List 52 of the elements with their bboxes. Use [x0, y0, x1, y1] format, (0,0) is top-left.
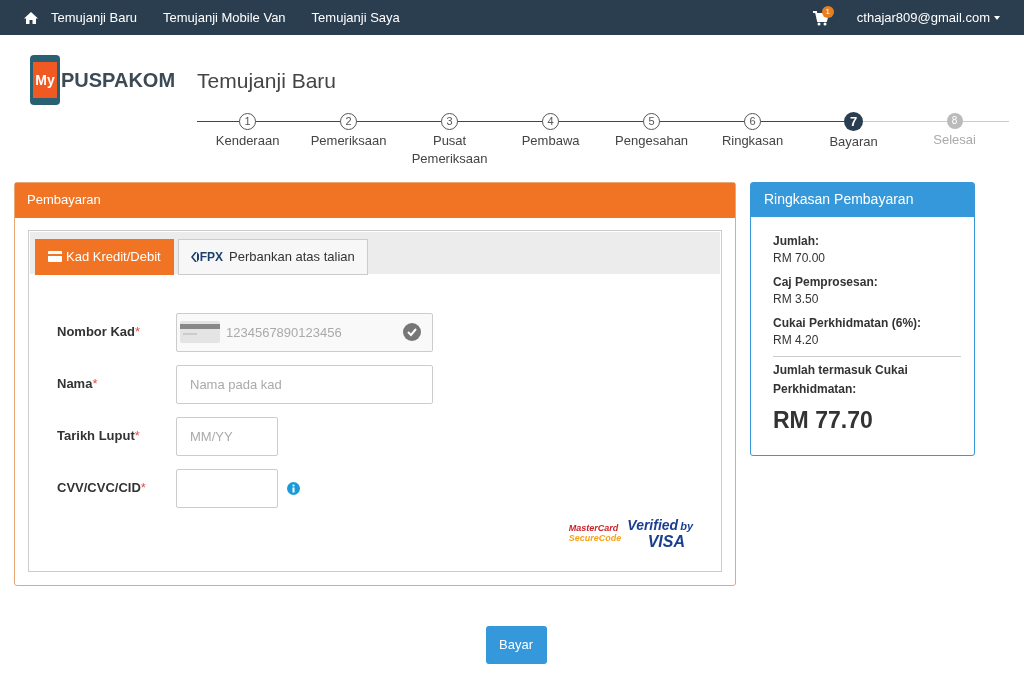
user-menu[interactable]: cthajar809@gmail.com: [856, 7, 1000, 28]
step-label: Pemeriksaan: [309, 131, 388, 150]
mastercard-securecode-logo: MasterCard SecureCode: [568, 523, 622, 543]
panel-header: Ringkasan Pembayaran: [751, 182, 974, 217]
caret-icon: [994, 15, 1000, 20]
card-icon: [180, 320, 220, 343]
field-label: Tarikh Luput*: [57, 427, 141, 446]
step-number: 8: [946, 112, 963, 129]
step-number: 1: [239, 112, 257, 130]
logo-badge-text: My: [33, 62, 57, 98]
step-label: Kenderaan: [214, 131, 281, 150]
home-icon: [24, 10, 39, 25]
step-label: Pembawa: [520, 131, 581, 150]
nav-link[interactable]: Temujanji Baru: [51, 7, 137, 28]
nav-link[interactable]: Temujanji Mobile Van: [163, 7, 286, 28]
step-label: Pengesahan: [614, 131, 690, 150]
summary-label: Caj Pemprosesan:: [773, 273, 879, 291]
diamond-icon: [190, 251, 199, 262]
field-label: CVV/CVC/CID*: [57, 479, 147, 498]
step-number: 2: [340, 112, 358, 130]
field-label: Nombor Kad*: [57, 323, 142, 342]
step-number: 4: [542, 112, 560, 130]
panel-header: Pembayaran: [15, 182, 735, 218]
cart-count-badge: 1: [821, 5, 834, 18]
step-number: 6: [744, 112, 762, 130]
summary-label: Jumlah:: [773, 232, 820, 250]
payment-tab[interactable]: FPX Perbankan atas talian: [177, 238, 368, 275]
fpx-logo-text: FPX: [199, 248, 223, 266]
check-icon: [403, 322, 421, 341]
summary-label: Cukai Perkhidmatan (6%):: [773, 314, 923, 332]
info-icon: [287, 481, 300, 495]
nav-link[interactable]: Temujanji Saya: [311, 7, 400, 28]
logo-text: PUSPAKOM: [61, 68, 176, 93]
summary-value: RM 4.20: [773, 331, 820, 349]
step-number: 7: [844, 111, 864, 131]
step-label: Pusat Pemeriksaan: [410, 131, 489, 168]
input-field[interactable]: Nama pada kad: [176, 364, 433, 404]
field-label: Nama*: [57, 375, 99, 394]
step-label: Selesai: [932, 130, 977, 149]
summary-total-label: Jumlah termasuk Cukai Perkhidmatan:: [773, 361, 909, 398]
input-field[interactable]: [176, 468, 278, 508]
credit-card-icon: [48, 251, 62, 262]
input-field[interactable]: MM/YY: [176, 416, 278, 456]
verified-by-visa-logo: Verifiedby VISA: [627, 517, 693, 549]
summary-value: RM 70.00: [773, 249, 827, 267]
summary-total-value: RM 77.70: [773, 405, 874, 435]
step-number: 5: [643, 112, 661, 130]
step-number: 3: [441, 112, 459, 130]
step-label: Ringkasan: [720, 131, 785, 150]
summary-value: RM 3.50: [773, 290, 820, 308]
step-label: Bayaran: [828, 132, 879, 151]
page-title: Temujanji Baru: [197, 68, 337, 94]
